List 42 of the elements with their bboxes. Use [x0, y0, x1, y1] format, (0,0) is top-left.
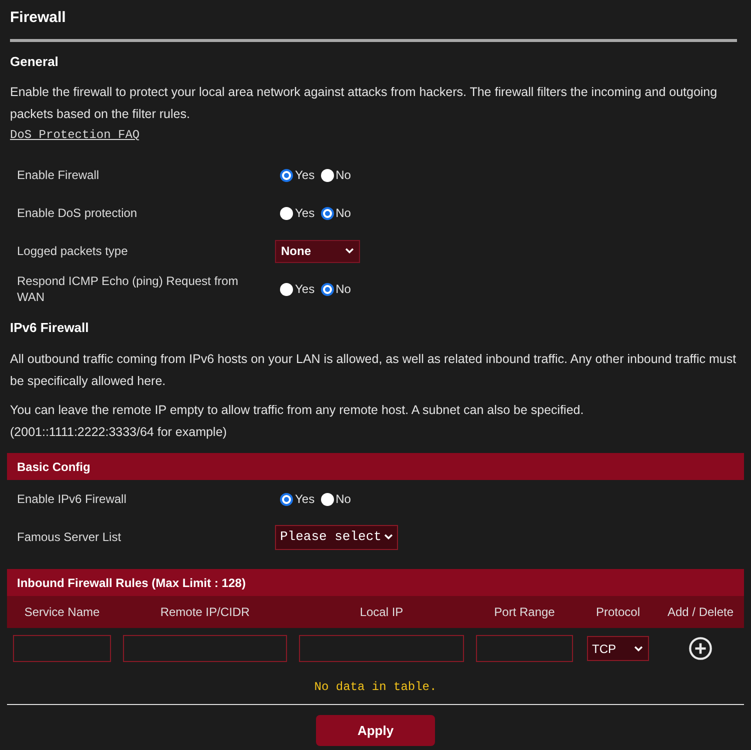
setting-label: Enable DoS protection	[17, 205, 138, 221]
column-header: Local IP	[360, 604, 404, 621]
column-header: Service Name	[24, 604, 100, 621]
column-header: Protocol	[596, 604, 640, 621]
column-header: Port Range	[494, 604, 555, 621]
description-text: You can leave the remote IP empty to allow traffic from any remote host. A subnet can also be specified. (2001::1111:2222:3333/64 for example)	[10, 402, 585, 441]
radio-option[interactable]: No	[320, 204, 351, 222]
description-text: Enable the firewall to protect your local area network against attacks from hackers. The firewall filters the incoming and outgoing packets based on the filter rules.	[10, 84, 718, 123]
radio-option[interactable]: No	[320, 280, 351, 298]
input-field[interactable]	[123, 635, 287, 662]
input-field[interactable]	[476, 635, 573, 662]
select-dropdown[interactable]: None	[275, 240, 360, 262]
radio-option[interactable]: Yes	[280, 490, 315, 508]
chevron-down-icon	[634, 646, 643, 652]
radio-option[interactable]: Yes	[280, 166, 315, 184]
page-title: Firewall	[10, 8, 67, 28]
chevron-down-icon	[345, 248, 354, 254]
section-header-bar: Inbound Firewall Rules (Max Limit : 128)	[7, 569, 744, 596]
input-field[interactable]	[299, 635, 464, 662]
radio-option[interactable]: No	[320, 166, 351, 184]
setting-label: Respond ICMP Echo (ping) Request from WAN	[17, 273, 240, 305]
setting-label: Logged packets type	[17, 243, 129, 259]
setting-label: Enable IPv6 Firewall	[17, 491, 128, 507]
radio-option[interactable]: No	[320, 490, 351, 508]
column-header: Remote IP/CIDR	[160, 604, 250, 621]
setting-label: Famous Server List	[17, 529, 122, 545]
setting-label: Enable Firewall	[17, 167, 100, 183]
input-field[interactable]	[13, 635, 111, 662]
section-header-bar: Basic Config	[7, 453, 744, 480]
add-circle-icon[interactable]	[689, 637, 712, 660]
description-text: All outbound traffic coming from IPv6 hosts on your LAN is allowed, as well as related inbound traffic. Any other inbound traffic must be specifically allowed here.	[10, 351, 738, 390]
faq-link[interactable]: DoS Protection FAQ	[10, 128, 140, 142]
chevron-down-icon	[384, 534, 393, 540]
section-heading: IPv6 Firewall	[10, 319, 90, 337]
column-header: Add / Delete	[667, 604, 734, 621]
empty-table-message: No data in table.	[314, 679, 437, 696]
protocol-select[interactable]: TCP	[587, 636, 649, 661]
apply-button[interactable]: Apply	[316, 715, 435, 746]
select-dropdown[interactable]: Please select	[275, 524, 398, 550]
radio-option[interactable]: Yes	[280, 204, 315, 222]
radio-option[interactable]: Yes	[280, 280, 315, 298]
section-heading: General	[10, 53, 60, 71]
